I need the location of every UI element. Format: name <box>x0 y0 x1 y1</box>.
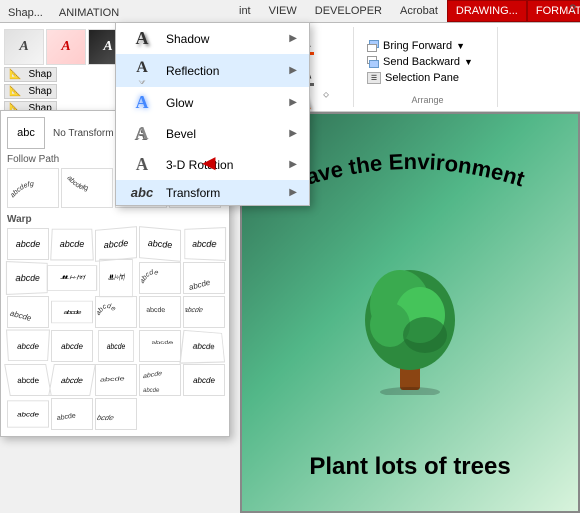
warp-item-3[interactable]: abcde <box>95 226 137 262</box>
warp-item-19[interactable]: abcde <box>139 330 181 362</box>
3d-icon: A <box>129 154 155 175</box>
wordart-preview-1[interactable]: A <box>4 29 44 65</box>
env-bottom-text: Plant lots of trees <box>309 453 510 481</box>
tab-acrobat[interactable]: Acrobat <box>391 0 447 22</box>
warp-item-16[interactable]: abcde <box>6 329 50 361</box>
warp-section: Warp abcde abcde abcde abcde abcde abcde… <box>7 212 223 430</box>
follow-path-2[interactable]: abcdefg <box>61 168 113 208</box>
arrow-icon-3: ▶ <box>289 97 297 108</box>
bring-forward-btn[interactable]: Bring Forward ▼ <box>364 39 468 53</box>
bevel-icon: A <box>128 123 156 144</box>
shadow-icon: A <box>128 28 156 49</box>
tab-drawing[interactable]: DRAWING... <box>447 0 527 22</box>
svg-text:abcde: abcde <box>150 341 175 346</box>
selection-pane-btn[interactable]: ☰ Selection Pane <box>364 71 462 85</box>
warp-item-7[interactable]: ꔚꔝꔟ <box>47 265 97 291</box>
glow-icon: A <box>128 92 156 113</box>
dropdown-item-bevel[interactable]: A Bevel ▶ <box>116 118 309 149</box>
warp-item-1[interactable]: abcde <box>7 228 49 260</box>
transform-icon: abc <box>128 185 156 200</box>
warp-item-22[interactable]: abcde <box>48 364 96 396</box>
no-transform-label: No Transform <box>53 128 114 139</box>
warp-item-9[interactable]: abcde <box>139 262 181 294</box>
warp-item-11[interactable]: abcde <box>7 296 49 328</box>
warp-item-15[interactable]: abcde <box>183 296 225 328</box>
wordart-expand-btn[interactable]: ⬦ <box>320 48 332 100</box>
warp-item-28[interactable]: abcde <box>95 398 137 430</box>
svg-text:abcde: abcde <box>56 413 77 422</box>
svg-text:abcde: abcde <box>143 370 162 380</box>
svg-text:abcde: abcde <box>141 269 159 285</box>
no-transform-item[interactable]: abc <box>7 117 45 149</box>
dropdown-item-glow[interactable]: A Glow ▶ <box>116 87 309 118</box>
shape-item-2[interactable]: 📐Shap <box>4 84 57 99</box>
arrow-icon: ▶ <box>289 33 297 44</box>
svg-text:abcde: abcde <box>9 309 33 323</box>
warp-item-24[interactable]: abcde abcde <box>139 364 181 396</box>
warp-item-13[interactable]: abcde <box>95 296 137 328</box>
warp-item-27[interactable]: abcde <box>51 398 93 430</box>
send-backward-btn[interactable]: Send Backward ▼ <box>364 55 476 69</box>
arrow-icon-5: ▶ <box>289 159 297 170</box>
dropdown-item-shadow[interactable]: A Shadow ▶ <box>116 23 309 54</box>
reflection-icon: A A <box>128 59 156 82</box>
svg-text:abcde: abcde <box>143 388 160 394</box>
text-effects-dropdown: A Shadow ▶ A A Reflection ▶ A Glow ▶ A B… <box>115 22 310 206</box>
arrow-icon-4: ▶ <box>289 128 297 139</box>
tab-shape[interactable]: Shap... <box>0 4 51 22</box>
svg-text:abcde: abcde <box>145 306 166 314</box>
arrange-label: Arrange <box>364 95 491 105</box>
svg-text:abcde: abcde <box>97 303 117 317</box>
warp-item-5[interactable]: abcde <box>184 227 226 261</box>
tab-animation[interactable]: ANIMATION <box>51 4 127 22</box>
tab-view[interactable]: VIEW <box>260 0 306 22</box>
warp-item-14[interactable]: abcde <box>139 296 181 328</box>
dropdown-item-reflection[interactable]: A A Reflection ▶ <box>116 54 309 87</box>
warp-item-18[interactable]: abcde <box>98 330 134 362</box>
warp-item-10[interactable]: abcde <box>183 262 225 294</box>
shape-item-1[interactable]: 📐Shap <box>4 67 57 82</box>
arrange-group: Bring Forward ▼ Send Backward ▼ <box>358 27 498 107</box>
warp-item-6[interactable]: abcde <box>6 261 48 295</box>
svg-text:abcdefg: abcdefg <box>66 175 89 192</box>
warp-item-20[interactable]: abcde <box>179 330 225 364</box>
svg-text:abcde: abcde <box>188 278 212 292</box>
warp-item-2[interactable]: abcde <box>50 229 94 261</box>
warp-item-21[interactable]: abcde <box>4 364 52 396</box>
question-mark[interactable]: ? <box>569 2 576 16</box>
transform-arrow: ◄ <box>198 152 220 174</box>
warp-item-12[interactable]: abcde <box>51 301 93 323</box>
svg-text:Save the Environment: Save the Environment <box>288 149 528 194</box>
svg-text:abcdefg: abcdefg <box>9 181 34 199</box>
arrow-icon-6: ▶ <box>289 187 297 198</box>
warp-item-4[interactable]: abcde <box>139 226 181 262</box>
warp-item-25[interactable]: abcde <box>183 364 225 396</box>
tab-developer[interactable]: DEVELOPER <box>306 0 391 22</box>
warp-item-26[interactable]: abcde <box>7 400 49 427</box>
wordart-preview-2[interactable]: A <box>46 29 86 65</box>
warp-item-17[interactable]: abcde <box>51 330 93 362</box>
tab-int[interactable]: int <box>230 0 260 22</box>
tree-image <box>350 207 470 453</box>
svg-text:abcde: abcde <box>99 375 125 383</box>
follow-path-1[interactable]: abcdefg <box>7 168 59 208</box>
warp-item-23[interactable]: abcde <box>95 364 137 396</box>
warp-label: Warp <box>7 212 223 228</box>
svg-text:abcde: abcde <box>97 414 115 422</box>
svg-text:abcde: abcde <box>185 306 204 314</box>
warp-item-8[interactable]: ꔚꔝꔟ <box>99 259 133 297</box>
dropdown-item-transform[interactable]: abc Transform ▶ <box>116 180 309 205</box>
arrow-icon-2: ▶ <box>289 65 297 76</box>
